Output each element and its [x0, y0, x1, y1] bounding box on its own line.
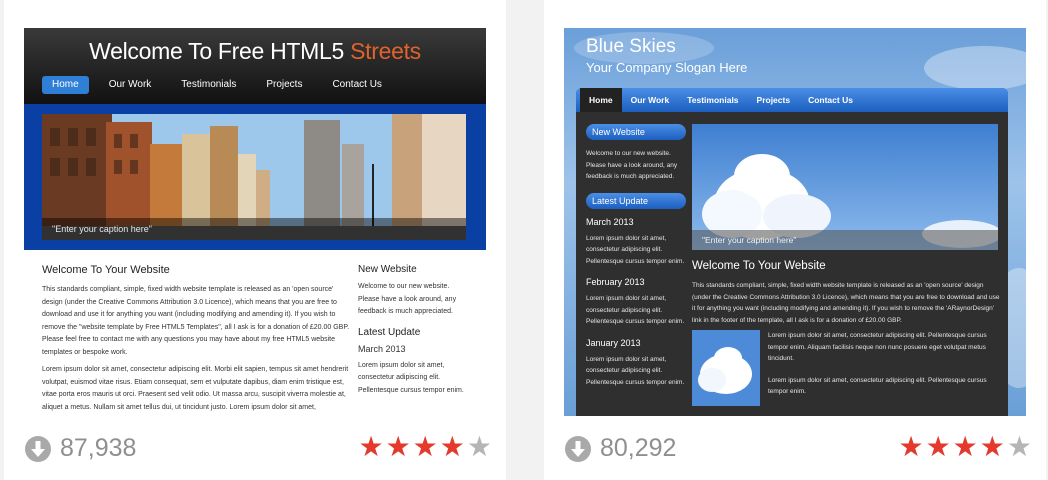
- preview-nav-home: Home: [42, 76, 89, 94]
- preview-sidebar-text: Welcome to our new website. Please have …: [358, 283, 457, 315]
- star-icon: ★: [979, 431, 1005, 462]
- template-card-streets[interactable]: Welcome To Free HTML5 Streets Home Our W…: [4, 0, 506, 480]
- preview-nav-projects: Projects: [756, 95, 791, 105]
- preview-main-content: Welcome To Your Website This standards c…: [42, 264, 350, 416]
- card-footer: 80,292 ★ ★ ★ ★ ★: [564, 432, 1032, 466]
- download-icon: [25, 435, 51, 462]
- template-preview-blue-skies[interactable]: Blue Skies Your Company Slogan Here Home…: [564, 28, 1026, 416]
- star-rating: ★ ★ ★ ★ ★: [358, 432, 492, 462]
- preview-update-date: January 2013: [586, 337, 641, 348]
- preview-sidebar-heading: New Website: [586, 124, 686, 140]
- preview-nav-our-work: Our Work: [108, 79, 152, 90]
- star-icon: ★: [385, 431, 411, 462]
- preview-site-title: Blue Skies: [586, 36, 676, 57]
- preview-caption: "Enter your caption here": [42, 218, 466, 240]
- preview-nav-our-work: Our Work: [630, 95, 670, 105]
- preview-main-paragraph: Lorem ipsum dolor sit amet, consectetur …: [42, 366, 349, 411]
- star-icon: ★: [358, 431, 384, 462]
- preview-update-date: March 2013: [586, 216, 634, 227]
- star-icon: ★: [898, 431, 924, 462]
- star-icon: ★: [466, 431, 492, 462]
- download-count: 87,938: [24, 434, 136, 463]
- preview-sidebar-heading: Latest Update: [586, 192, 686, 209]
- preview-site-slogan: Your Company Slogan Here: [586, 60, 748, 75]
- preview-header: Welcome To Free HTML5 Streets Home Our W…: [24, 28, 486, 104]
- preview-main-content: Welcome To Your Website This standards c…: [692, 260, 1002, 336]
- preview-sidebar-text: Lorem ipsum dolor sit amet, consectetur …: [358, 361, 464, 394]
- preview-banner-photo: "Enter your caption here": [42, 114, 466, 240]
- star-icon: ★: [925, 431, 951, 462]
- preview-aside-paragraph: Lorem ipsum dolor sit amet, consectetur …: [768, 332, 987, 362]
- preview-sidebar-heading: New Website: [358, 264, 417, 275]
- download-count: 80,292: [564, 434, 676, 463]
- preview-update-text: Lorem ipsum dolor sit amet, consectetur …: [586, 234, 685, 265]
- template-preview-streets[interactable]: Welcome To Free HTML5 Streets Home Our W…: [24, 28, 486, 416]
- preview-nav-home: Home: [580, 88, 622, 112]
- download-count-value: 87,938: [60, 434, 137, 462]
- preview-nav-testimonials: Testimonials: [181, 79, 237, 90]
- download-count-value: 80,292: [600, 434, 677, 462]
- preview-sidebar-text: Welcome to our new website. Please have …: [586, 150, 678, 180]
- preview-cloud-thumbnail: [692, 330, 760, 406]
- preview-main-heading: Welcome To Your Website: [42, 264, 170, 276]
- preview-update-text: Lorem ipsum dolor sit amet, consectetur …: [586, 355, 685, 386]
- preview-aside-text: Lorem ipsum dolor sit amet, consectetur …: [768, 330, 1002, 408]
- star-rating: ★ ★ ★ ★ ★: [898, 432, 1032, 462]
- star-icon: ★: [439, 431, 465, 462]
- preview-update-text: Lorem ipsum dolor sit amet, consectetur …: [586, 295, 685, 325]
- preview-nav-testimonials: Testimonials: [687, 95, 739, 105]
- preview-nav-projects: Projects: [266, 79, 303, 90]
- preview-main-paragraph: This standards compliant, simple, fixed …: [42, 286, 350, 356]
- preview-nav: Home Our Work Testimonials Projects Cont…: [576, 88, 1008, 112]
- preview-sidebar-heading: Latest Update: [358, 326, 421, 338]
- preview-aside-paragraph: Lorem ipsum dolor sit amet, consectetur …: [768, 376, 987, 396]
- preview-banner-photo: "Enter your caption here": [692, 124, 998, 250]
- preview-main-paragraph: This standards compliant, simple, fixed …: [692, 282, 1000, 324]
- template-card-blue-skies[interactable]: Blue Skies Your Company Slogan Here Home…: [544, 0, 1046, 480]
- preview-update-date: February 2013: [586, 277, 645, 287]
- preview-sidebar: New Website Welcome to our new website. …: [358, 264, 468, 402]
- preview-nav-contact: Contact Us: [332, 79, 382, 90]
- preview-sidebar: New Website Welcome to our new website. …: [586, 124, 686, 398]
- preview-nav: Home Our Work Testimonials Projects Cont…: [42, 76, 392, 96]
- preview-sidebar-date: March 2013: [358, 343, 406, 354]
- star-icon: ★: [952, 431, 978, 462]
- preview-nav-contact: Contact Us: [808, 95, 853, 105]
- card-footer: 87,938 ★ ★ ★ ★ ★: [24, 432, 492, 466]
- cloud-thumbnail-image: [692, 330, 760, 406]
- preview-site-title: Welcome To Free HTML5 Streets: [89, 38, 421, 64]
- star-icon: ★: [1006, 431, 1032, 462]
- star-icon: ★: [412, 431, 438, 462]
- download-icon: [565, 435, 591, 462]
- preview-caption: "Enter your caption here": [692, 230, 998, 250]
- preview-main-heading: Welcome To Your Website: [692, 260, 826, 272]
